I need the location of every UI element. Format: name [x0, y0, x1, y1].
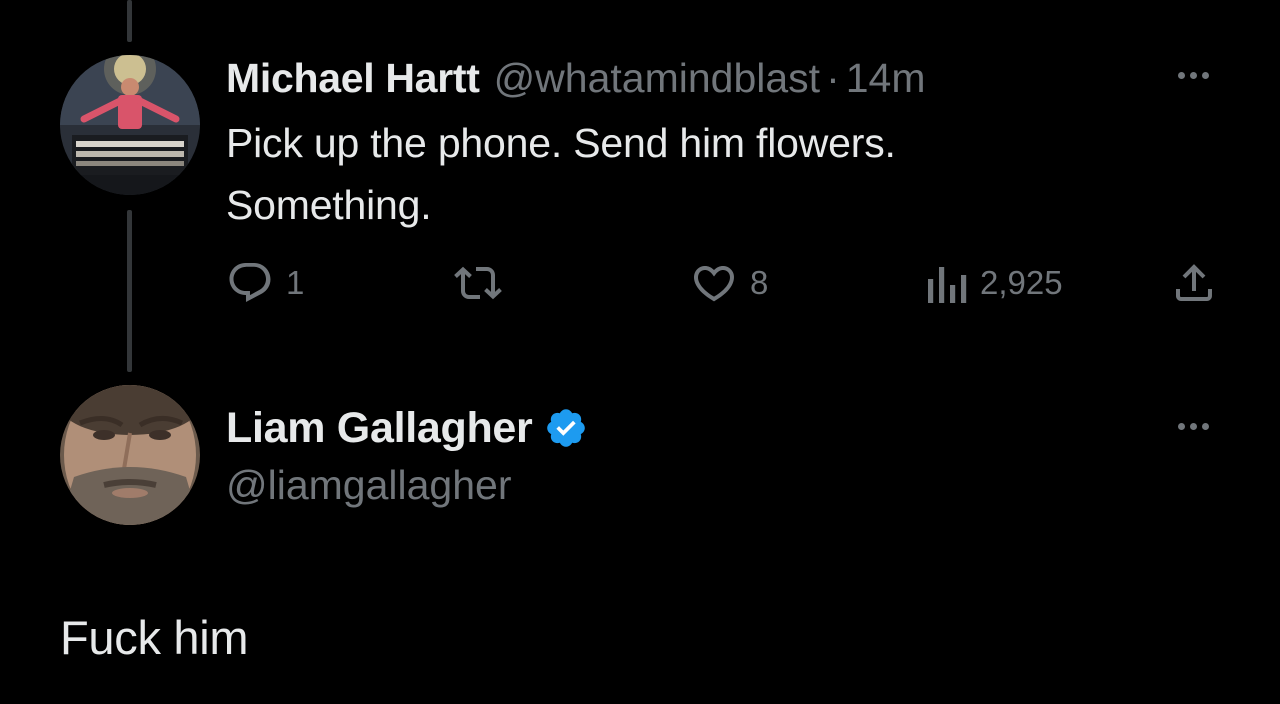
more-dot	[1201, 422, 1209, 430]
views-button[interactable]: 2,925	[924, 258, 1063, 308]
avatar-image	[60, 55, 200, 195]
retweet-button[interactable]	[454, 258, 514, 308]
reply-button[interactable]: 1	[226, 258, 304, 308]
heart-icon	[693, 266, 735, 302]
view-count: 2,925	[980, 264, 1063, 301]
more-dot	[1189, 71, 1197, 79]
bar-chart-icon	[928, 267, 967, 303]
avatar-image	[60, 385, 200, 525]
retweet-arrows-icon	[454, 266, 502, 300]
parent-tweet-header: Michael Hartt @whatamindblast · 14m	[226, 52, 925, 104]
reply-tweet-text: Fuck him	[60, 611, 249, 664]
more-dot	[1189, 422, 1197, 430]
more-dot	[1201, 71, 1209, 79]
tweet-text-line: Something.	[226, 182, 432, 228]
more-dots-icon	[1177, 71, 1185, 79]
verified-badge-icon[interactable]	[544, 406, 588, 450]
share-upload-icon	[1176, 264, 1212, 301]
avatar-liam-gallagher[interactable]	[60, 385, 200, 525]
thread-connector-top	[127, 0, 132, 42]
reply-count: 1	[286, 264, 305, 301]
more-options-button[interactable]	[1170, 416, 1216, 436]
reply-tweet-header: Liam Gallagher	[226, 400, 588, 456]
avatar-michael-hartt[interactable]	[60, 55, 200, 195]
like-count: 8	[750, 264, 769, 301]
more-options-button[interactable]	[1170, 65, 1216, 85]
tweet-text-line: Pick up the phone. Send him flowers.	[226, 120, 896, 166]
like-button[interactable]: 8	[690, 258, 768, 308]
user-handle[interactable]: @liamgallagher	[226, 462, 511, 509]
more-dots-icon	[1177, 422, 1185, 430]
thread-connector-line	[127, 210, 132, 372]
speech-bubble-icon	[229, 263, 271, 302]
tweet-timestamp[interactable]: 14m	[846, 55, 926, 102]
user-handle[interactable]: @whatamindblast	[494, 55, 821, 102]
share-button[interactable]	[1170, 258, 1218, 308]
display-name[interactable]: Michael Hartt	[226, 55, 480, 102]
tweet-actions-bar: 1 8 2,925	[226, 258, 1226, 308]
display-name[interactable]: Liam Gallagher	[226, 404, 533, 453]
separator-dot: ·	[826, 54, 840, 101]
tweet-text: Pick up the phone. Send him flowers. Som…	[226, 112, 1146, 236]
